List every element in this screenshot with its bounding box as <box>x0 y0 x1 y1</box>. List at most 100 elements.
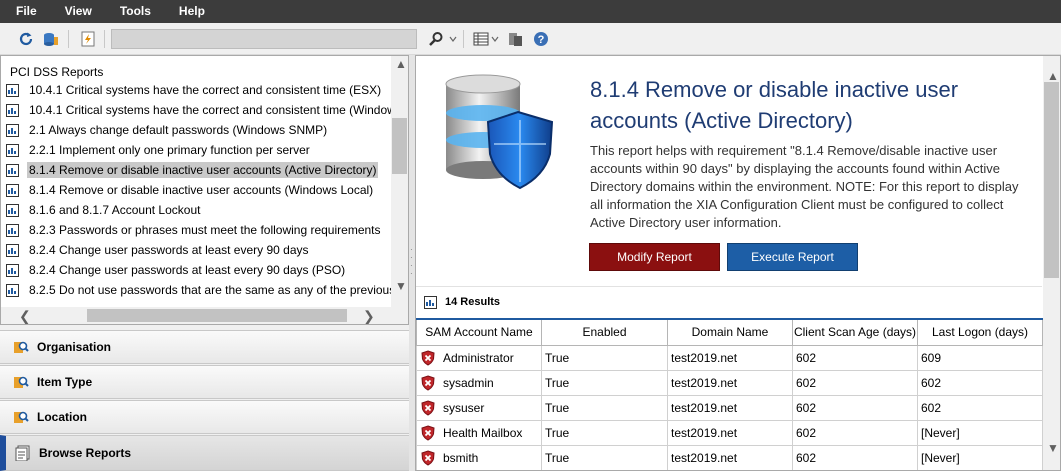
menu-bar: File View Tools Help <box>0 0 1061 23</box>
search-icon[interactable] <box>428 31 444 47</box>
tree-item-report[interactable]: 2.1 Always change default passwords (Win… <box>6 121 327 139</box>
report-chart-icon <box>6 263 19 277</box>
scroll-right-arrow-icon[interactable]: ❯ <box>363 309 375 323</box>
table-row[interactable]: Administrator True test2019.net 602 609 <box>416 344 1043 371</box>
cell-text: sysuser <box>443 400 485 415</box>
grid-view-icon[interactable] <box>473 31 489 47</box>
toolbar: ? <box>0 23 1061 55</box>
table-row[interactable]: Health Mailbox True test2019.net 602 [Never] <box>416 419 1043 446</box>
report-description: This report helps with requirement "8.1.… <box>590 143 1019 230</box>
help-icon[interactable]: ? <box>533 31 549 47</box>
tree-item-label: 2.2.1 Implement only one primary functio… <box>29 143 310 157</box>
item-type-search-icon <box>13 374 29 390</box>
report-detail-panel: 8.1.4 Remove or disable inactive user ac… <box>415 55 1061 471</box>
report-chart-icon <box>6 203 19 217</box>
results-count: 14 Results <box>445 296 501 308</box>
cell-text: sysadmin <box>443 375 494 390</box>
results-header: 14 Results <box>416 286 1042 317</box>
refresh-icon[interactable] <box>18 31 34 47</box>
table-row[interactable]: sysuser True test2019.net 602 602 <box>416 394 1043 421</box>
shield-error-icon <box>421 374 435 391</box>
tree-horizontal-scrollbar[interactable]: ❮ ❯ <box>1 307 393 324</box>
export-icon[interactable] <box>507 31 523 47</box>
execute-report-button[interactable]: Execute Report <box>727 243 858 271</box>
cell-domain-name: test2019.net <box>667 394 793 421</box>
tree-item-label: 8.2.4 Change user passwords at least eve… <box>29 263 346 277</box>
search-input[interactable] <box>111 29 417 49</box>
cell-client-scan-age: 602 <box>792 419 918 446</box>
tree-item-report[interactable]: 8.1.4 Remove or disable inactive user ac… <box>6 181 373 199</box>
cell-last-logon: [Never] <box>917 444 1043 470</box>
cell-text: Health Mailbox <box>443 425 523 440</box>
scrollbar-corner <box>391 307 408 324</box>
toolbar-separator <box>463 30 464 48</box>
column-header-sam-account-name[interactable]: SAM Account Name <box>416 318 542 346</box>
cell-last-logon: 602 <box>917 369 1043 396</box>
column-header-enabled[interactable]: Enabled <box>541 318 668 346</box>
cell-sam-account-name: sysadmin <box>416 369 542 396</box>
scroll-left-arrow-icon[interactable]: ❮ <box>19 309 31 323</box>
report-chart-icon <box>6 123 19 137</box>
nav-location-label: Location <box>37 410 87 424</box>
cell-last-logon: [Never] <box>917 419 1043 446</box>
cell-domain-name: test2019.net <box>667 419 793 446</box>
column-header-domain-name[interactable]: Domain Name <box>667 318 793 346</box>
tree-item-label: 8.1.4 Remove or disable inactive user ac… <box>27 162 379 178</box>
modify-report-button[interactable]: Modify Report <box>589 243 720 271</box>
tree-item-report[interactable]: 8.1.4 Remove or disable inactive user ac… <box>6 161 379 179</box>
menu-tools[interactable]: Tools <box>106 0 165 23</box>
cell-text: Administrator <box>443 350 514 365</box>
cell-client-scan-age: 602 <box>792 344 918 371</box>
tree-item-report[interactable]: 8.1.6 and 8.1.7 Account Lockout <box>6 201 200 219</box>
tree-item-label: 8.2.5 Do not use passwords that are the … <box>29 283 409 297</box>
table-row[interactable]: bsmith True test2019.net 602 [Never] <box>416 444 1043 470</box>
tree-item-report[interactable]: 8.2.4 Change user passwords at least eve… <box>6 241 309 259</box>
shield-error-icon <box>421 399 435 416</box>
tree-item-report[interactable]: 8.2.4 Change user passwords at least eve… <box>6 261 345 279</box>
report-chart-icon <box>6 223 19 237</box>
tree-item-report[interactable]: 2.2.1 Implement only one primary functio… <box>6 141 310 159</box>
toolbar-separator <box>68 30 69 48</box>
grid-dropdown-chevron-icon[interactable] <box>490 31 500 47</box>
report-chart-icon <box>424 295 437 309</box>
scroll-up-arrow-icon[interactable]: ▲ <box>1047 70 1059 82</box>
tree-item-report[interactable]: 8.2.3 Passwords or phrases must meet the… <box>6 221 381 239</box>
column-header-last-logon[interactable]: Last Logon (days) <box>917 318 1043 346</box>
nav-item-type[interactable]: Item Type <box>0 365 409 399</box>
scroll-thumb[interactable] <box>87 309 347 322</box>
table-row[interactable]: sysadmin True test2019.net 602 602 <box>416 369 1043 396</box>
search-dropdown-chevron-icon[interactable] <box>448 31 458 47</box>
nav-item-type-label: Item Type <box>37 375 93 389</box>
tree-item-label: 8.1.6 and 8.1.7 Account Lockout <box>29 203 201 217</box>
report-chart-icon <box>6 243 19 257</box>
cell-text: bsmith <box>443 450 479 465</box>
scroll-thumb[interactable] <box>1044 82 1059 278</box>
menu-help[interactable]: Help <box>165 0 219 23</box>
cell-enabled: True <box>541 344 668 371</box>
column-header-client-scan-age[interactable]: Client Scan Age (days) <box>792 318 918 346</box>
menu-file[interactable]: File <box>0 0 51 23</box>
report-chart-icon <box>6 83 19 97</box>
nav-organisation[interactable]: Organisation <box>0 330 409 364</box>
nav-location[interactable]: Location <box>0 400 409 434</box>
tree-vertical-scrollbar[interactable]: ▲ ▼ <box>391 56 408 309</box>
menu-view[interactable]: View <box>51 0 106 23</box>
report-lightning-icon[interactable] <box>80 31 96 47</box>
scroll-thumb[interactable] <box>392 118 407 174</box>
shield-error-icon <box>421 349 435 366</box>
tree-item-report[interactable]: 8.2.5 Do not use passwords that are the … <box>6 281 409 299</box>
detail-vertical-scrollbar[interactable]: ▲ ▼ <box>1043 56 1060 470</box>
organisation-search-icon <box>13 339 29 355</box>
tree-item-label: 2.1 Always change default passwords (Win… <box>29 123 328 137</box>
scroll-down-arrow-icon[interactable]: ▼ <box>1047 442 1059 454</box>
tree-item-report[interactable]: 10.4.1 Critical systems have the correct… <box>6 101 406 119</box>
database-shield-icon <box>445 74 554 190</box>
scroll-up-arrow-icon[interactable]: ▲ <box>395 58 407 70</box>
left-panel: PCI DSS Reports 10.4.1 Critical systems … <box>0 55 409 471</box>
nav-browse-reports[interactable]: Browse Reports <box>0 435 409 471</box>
database-sync-icon[interactable] <box>43 31 59 47</box>
scroll-down-arrow-icon[interactable]: ▼ <box>395 280 407 292</box>
tree-root-label: PCI DSS Reports <box>10 65 104 79</box>
tree-item-report[interactable]: 10.4.1 Critical systems have the correct… <box>6 81 381 99</box>
shield-error-icon <box>421 424 435 441</box>
